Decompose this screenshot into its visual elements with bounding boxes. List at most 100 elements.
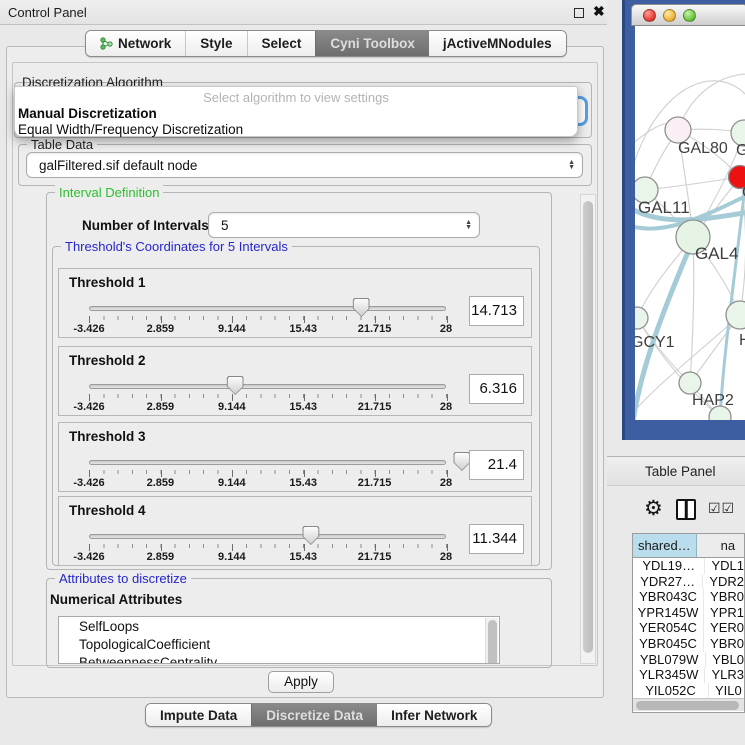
tick-marks — [89, 394, 447, 400]
list-item[interactable]: BetweennessCentrality — [59, 653, 499, 664]
tab-select[interactable]: Select — [247, 31, 316, 56]
split-view-icon[interactable] — [676, 499, 696, 520]
tab-jactivemnodules[interactable]: jActiveMNodules — [429, 31, 566, 56]
table-row[interactable]: YDR27…YDR2 — [633, 574, 744, 590]
interval-definition-title: Interval Definition — [55, 185, 163, 200]
settings-icon[interactable]: ⚙ — [644, 496, 663, 521]
tick-marks — [89, 316, 447, 322]
node-label-top-right: GA — [736, 142, 745, 159]
numerical-attributes-label: Numerical Attributes — [50, 592, 182, 607]
slider-scale-labels: -3.4262.8599.14415.4321.71528 — [89, 551, 446, 563]
attributes-group-title: Attributes to discretize — [55, 571, 191, 586]
node-label-h: H — [739, 332, 745, 349]
threshold-4-label: Threshold 4 — [69, 503, 146, 518]
panel-scrollbar[interactable] — [580, 194, 596, 664]
number-of-intervals-combobox[interactable]: 5 ▲▼ — [208, 212, 480, 238]
threshold-3-value-field[interactable]: 21.4 — [469, 450, 524, 480]
threshold-3-label: Threshold 3 — [69, 429, 146, 444]
table-panel-title: Table Panel — [645, 464, 716, 479]
table-data-value: galFiltered.sif default node — [39, 158, 197, 173]
control-panel-titlebar: Control Panel ✖ — [0, 0, 607, 25]
cyni-mode-tabs: Impute Data Discretize Data Infer Networ… — [145, 703, 492, 727]
threshold-4-slider-track[interactable] — [89, 534, 446, 539]
threshold-1-slider-track[interactable] — [89, 306, 446, 311]
threshold-3-slider-thumb[interactable] — [453, 452, 470, 471]
tab-cyni-toolbox[interactable]: Cyni Toolbox — [315, 31, 429, 56]
numerical-attributes-list[interactable]: SelfLoops TopologicalCoefficient Between… — [58, 616, 500, 664]
node-label-hap2: HAP2 — [692, 392, 734, 409]
table-row[interactable]: YLR345WYLR3 — [633, 667, 744, 683]
minimize-traffic-light-icon[interactable] — [663, 9, 676, 22]
threshold-3-panel: Threshold 3 -3.4262.8599.14415.4321.7152… — [58, 422, 532, 492]
threshold-4-panel: Threshold 4 -3.4262.8599.14415.4321.7152… — [58, 496, 532, 566]
scrollbar-thumb[interactable] — [636, 701, 739, 710]
table-body: YDL19…YDL1 YDR27…YDR2 YBR043CYBR0 YPR145… — [633, 558, 744, 698]
threshold-2-slider-track[interactable] — [89, 384, 446, 389]
spinner-arrows-icon: ▲▼ — [568, 160, 575, 170]
node-attribute-table: shared… na YDL19…YDL1 YDR27…YDR2 YBR043C… — [632, 533, 745, 713]
table-data-group-title: Table Data — [27, 137, 97, 152]
scrollbar-thumb[interactable] — [583, 201, 593, 653]
slider-scale-labels: -3.4262.8599.14415.4321.71528 — [89, 323, 446, 335]
threshold-1-slider-thumb[interactable] — [353, 298, 370, 317]
network-icon — [100, 37, 113, 50]
table-row[interactable]: YBL079WYBL0 — [633, 652, 744, 668]
dropdown-item-manual[interactable]: Manual Discretization — [15, 105, 577, 121]
checkbox-icons[interactable]: ☑☑ — [708, 500, 735, 517]
column-header-shared-name[interactable]: shared… — [633, 534, 697, 557]
table-row[interactable]: YPR145WYPR1 — [633, 605, 744, 621]
table-data-combobox[interactable]: galFiltered.sif default node ▲▼ — [26, 152, 583, 178]
number-of-intervals-value: 5 — [221, 218, 229, 233]
control-panel-tabs: Network Style Select Cyni Toolbox jActiv… — [85, 30, 567, 57]
node-label-gal4: GAL4 — [695, 244, 738, 263]
table-row[interactable]: YBR043CYBR0 — [633, 589, 744, 605]
threshold-4-value-field[interactable]: 11.344 — [469, 524, 524, 554]
node-hap2[interactable] — [679, 372, 701, 394]
table-panel-titlebar: Table Panel — [607, 456, 745, 486]
threshold-1-label: Threshold 1 — [69, 275, 146, 290]
column-header-name[interactable]: na — [697, 534, 744, 557]
dropdown-hint: Select algorithm to view settings — [15, 87, 577, 105]
network-nodes — [635, 117, 745, 420]
table-header-row: shared… na — [633, 534, 744, 558]
threshold-2-panel: Threshold 2 -3.4262.8599.14415.4321.7152… — [58, 346, 532, 416]
tab-discretize-data[interactable]: Discretize Data — [251, 704, 377, 726]
network-window-titlebar[interactable] — [631, 4, 745, 26]
table-row[interactable]: YDL19…YDL1 — [633, 558, 744, 574]
tab-network-label: Network — [118, 36, 171, 51]
dropdown-item-equal-width[interactable]: Equal Width/Frequency Discretization — [15, 121, 577, 137]
float-window-icon[interactable] — [574, 8, 584, 18]
zoom-traffic-light-icon[interactable] — [683, 9, 696, 22]
apply-button[interactable]: Apply — [268, 671, 334, 693]
close-traffic-light-icon[interactable] — [643, 9, 656, 22]
threshold-1-value-field[interactable]: 14.713 — [469, 296, 524, 326]
tab-impute-data[interactable]: Impute Data — [146, 704, 251, 726]
tab-network[interactable]: Network — [86, 31, 185, 56]
tab-style[interactable]: Style — [185, 31, 246, 56]
node-label-gal11: GAL11 — [638, 198, 690, 217]
node-gcy1[interactable] — [635, 307, 648, 329]
node-label-gcy1: GCY1 — [635, 334, 675, 351]
thresholds-group-title: Threshold's Coordinates for 5 Intervals — [61, 239, 292, 254]
table-row[interactable]: YIL052CYIL0 — [633, 683, 744, 699]
threshold-2-slider-thumb[interactable] — [227, 376, 244, 395]
threshold-4-slider-thumb[interactable] — [302, 526, 319, 545]
list-scrollbar[interactable] — [485, 618, 498, 664]
list-item[interactable]: TopologicalCoefficient — [59, 635, 499, 653]
threshold-2-value-field[interactable]: 6.316 — [469, 374, 524, 404]
network-window: GAL80 GA C GAL11 GAL4 GCY1 H HAP2 — [622, 0, 745, 440]
threshold-1-panel: Threshold 1 -3.4262.8599.14415.4321.7152… — [58, 268, 532, 338]
threshold-2-label: Threshold 2 — [69, 353, 146, 368]
network-canvas[interactable]: GAL80 GA C GAL11 GAL4 GCY1 H HAP2 — [635, 26, 745, 420]
list-item[interactable]: SelfLoops — [59, 617, 499, 635]
spinner-arrows-icon: ▲▼ — [465, 220, 472, 230]
tab-infer-network[interactable]: Infer Network — [377, 704, 491, 726]
threshold-3-slider-track[interactable] — [89, 460, 446, 465]
table-row[interactable]: YBR045CYBR0 — [633, 636, 744, 652]
close-icon[interactable]: ✖ — [593, 3, 605, 20]
table-horizontal-scrollbar[interactable] — [633, 698, 744, 711]
node-label-gal80: GAL80 — [678, 140, 728, 157]
tick-marks — [89, 544, 447, 550]
slider-scale-labels: -3.4262.8599.14415.4321.71528 — [89, 401, 446, 413]
table-row[interactable]: YER054CYER0 — [633, 620, 744, 636]
